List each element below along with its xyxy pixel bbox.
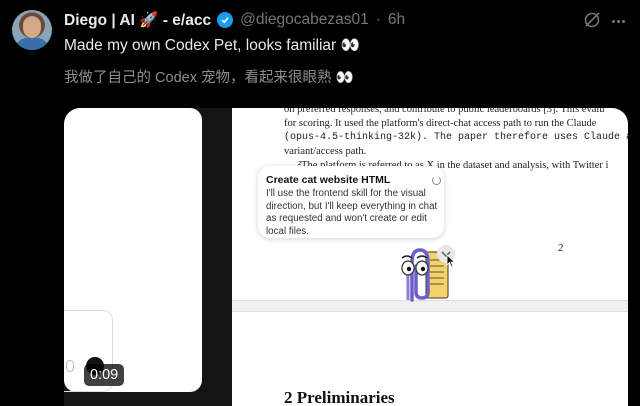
loading-spinner-icon (432, 176, 441, 185)
doc-line: (opus-4.5-thinking-32k). The paper there… (284, 132, 628, 143)
pet-speech-bubble[interactable]: Create cat website HTML I'll use the fro… (258, 166, 444, 238)
verified-badge-icon (217, 12, 234, 28)
page-number: 2 (558, 242, 564, 254)
tweet-header: Diego | AI 🚀 - e/acc @diegocabezas01 · 6… (64, 10, 405, 30)
doc-line: on preferred responses, and contribute t… (284, 108, 605, 115)
tweet-text: Made my own Codex Pet, looks familiar 👀 (64, 37, 360, 54)
video-player[interactable]: on preferred responses, and contribute t… (64, 108, 628, 406)
section-heading: 2 Preliminaries (284, 388, 395, 406)
bubble-body: I'll use the frontend skill for the visu… (266, 188, 438, 237)
video-timer: 0:09 (84, 364, 125, 386)
doc-line: for scoring. It used the platform's dire… (284, 118, 597, 129)
avatar-body (16, 37, 48, 50)
translated-text: 我做了自己的 Codex 宠物，看起来很眼熟 👀 (64, 70, 354, 86)
mouse-cursor-icon (446, 254, 456, 268)
panel-divider (202, 108, 232, 406)
bubble-title: Create cat website HTML (266, 174, 391, 186)
author-handle[interactable]: @diegocabezas01 (240, 11, 369, 29)
grok-icon[interactable] (582, 10, 602, 30)
meta-separator: · (375, 11, 381, 28)
doc-line: variant/access path. (284, 146, 367, 157)
microphone-icon[interactable] (66, 360, 74, 372)
avatar[interactable] (12, 10, 52, 50)
tweet-time[interactable]: 6h (388, 11, 405, 29)
document-view: on preferred responses, and contribute t… (232, 108, 628, 406)
avatar-face (23, 18, 41, 38)
author-name[interactable]: Diego | AI 🚀 - e/acc (64, 11, 211, 30)
more-options-icon[interactable] (612, 12, 630, 30)
